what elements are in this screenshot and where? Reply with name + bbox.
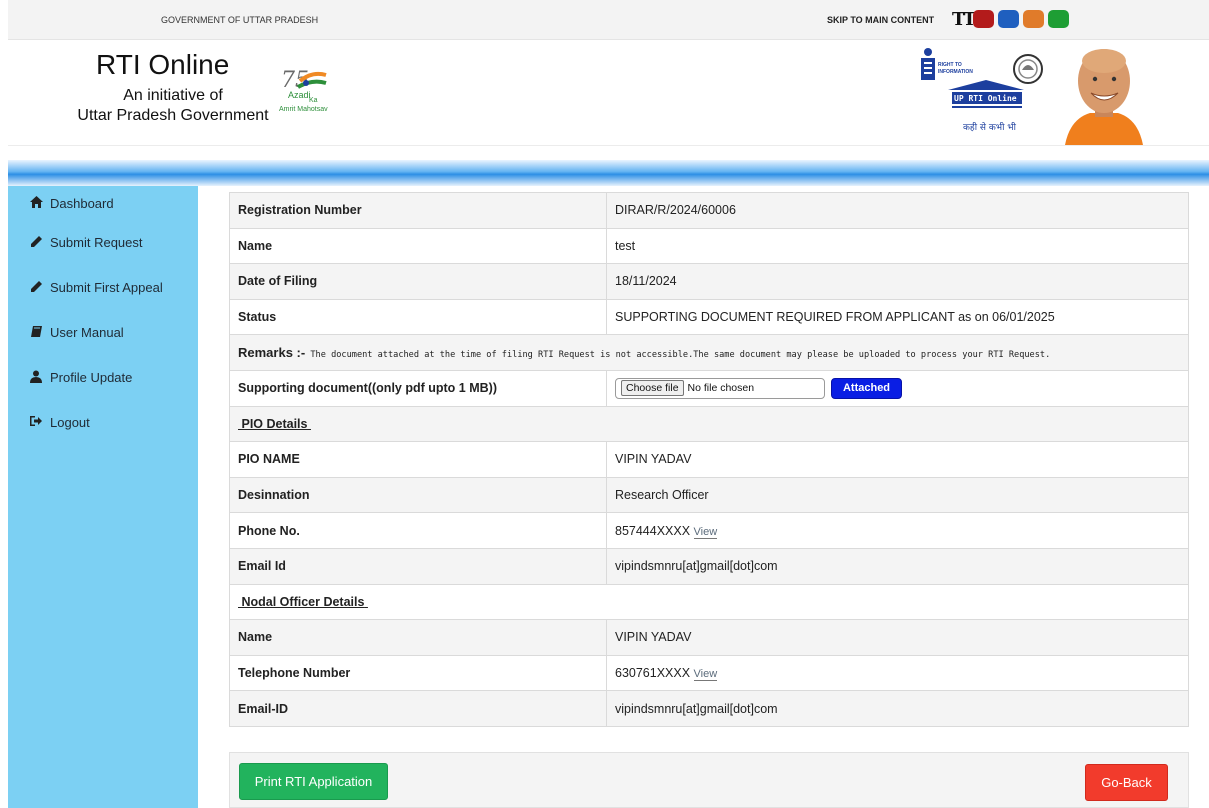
- pio-phone-view-link[interactable]: View: [693, 525, 718, 539]
- header-divider-bar: [8, 160, 1209, 186]
- azadi-line1: Azadi: [288, 90, 311, 100]
- chief-minister-photo: [1065, 49, 1143, 145]
- supporting-document-label: Supporting document((only pdf upto 1 MB)…: [229, 369, 607, 407]
- remarks-cell: Remarks :- The document attached at the …: [229, 334, 1189, 371]
- name-label: Name: [229, 227, 607, 265]
- pencil-icon: [28, 280, 44, 296]
- table-row: Name test: [229, 227, 1189, 265]
- table-row: Nodal Officer Details: [229, 583, 1189, 621]
- file-status-text: No file chosen: [687, 382, 755, 395]
- nodal-email-value: vipindsmnru[at]gmail[dot]com: [606, 690, 1189, 727]
- theme-green-button[interactable]: [1048, 10, 1069, 28]
- nodal-email-label: Email-ID: [229, 690, 607, 727]
- table-row: Supporting document((only pdf upto 1 MB)…: [229, 369, 1189, 407]
- azadi-line2: Ka: [309, 97, 318, 104]
- name-value: test: [606, 227, 1189, 265]
- go-back-button[interactable]: Go-Back: [1085, 764, 1168, 801]
- table-row: Date of Filing 18/11/2024: [229, 263, 1189, 300]
- table-row: Registration Number DIRAR/R/2024/60006: [229, 192, 1189, 229]
- rti-logo-line2: INFORMATION: [938, 69, 973, 75]
- home-icon: [28, 195, 44, 211]
- date-of-filing-label: Date of Filing: [229, 263, 607, 300]
- up-rti-online-logo: RIGHT TO INFORMATION UP RTI Online कही स…: [921, 48, 1043, 133]
- table-row: Telephone Number 630761XXXX View: [229, 654, 1189, 692]
- azadi-ka-amrit-mahotsav-logo: 75 Azadi Ka Amrit Mahotsav: [279, 68, 328, 113]
- sidebar-item-label: Profile Update: [50, 370, 133, 385]
- choose-file-button[interactable]: Choose file: [621, 380, 684, 397]
- pencil-icon: [28, 235, 44, 251]
- sidebar-item-submit-first-appeal[interactable]: Submit First Appeal: [8, 265, 198, 310]
- pio-phone-cell: 857444XXXX View: [606, 512, 1189, 549]
- registration-number-label: Registration Number: [229, 192, 607, 229]
- print-rti-application-button[interactable]: Print RTI Application: [239, 763, 388, 800]
- pio-phone-value: 857444XXXX: [615, 523, 691, 538]
- file-upload-input[interactable]: Choose file No file chosen: [615, 377, 825, 399]
- pio-section-title: PIO Details: [241, 416, 308, 431]
- book-icon: [28, 325, 44, 341]
- sidebar-item-label: Submit First Appeal: [50, 280, 163, 295]
- status-label: Status: [229, 298, 607, 336]
- remarks-label: Remarks :-: [238, 345, 306, 361]
- status-value: SUPPORTING DOCUMENT REQUIRED FROM APPLIC…: [606, 298, 1189, 336]
- nodal-phone-cell: 630761XXXX View: [606, 654, 1189, 692]
- pio-email-label: Email Id: [229, 547, 607, 585]
- table-row: Status SUPPORTING DOCUMENT REQUIRED FROM…: [229, 298, 1189, 336]
- table-row: Remarks :- The document attached at the …: [229, 334, 1189, 371]
- pio-designation-value: Research Officer: [606, 476, 1189, 514]
- table-row: Email-ID vipindsmnru[at]gmail[dot]com: [229, 690, 1189, 727]
- nodal-section-cell: Nodal Officer Details: [229, 583, 1189, 621]
- skip-to-main-link[interactable]: SKIP TO MAIN CONTENT: [827, 15, 934, 25]
- nodal-name-value: VIPIN YADAV: [606, 619, 1189, 656]
- nodal-phone-value: 630761XXXX: [615, 666, 691, 681]
- site-header: RTI Online An initiative of Uttar Prades…: [8, 41, 1209, 146]
- pio-name-label: PIO NAME: [229, 441, 607, 478]
- pio-section-cell: PIO Details: [229, 405, 1189, 443]
- sidebar-item-dashboard[interactable]: Dashboard: [8, 186, 198, 220]
- rti-logo-line1: RIGHT TO: [938, 62, 962, 68]
- sidebar-item-label: Dashboard: [50, 195, 114, 211]
- page: GOVERNMENT OF UTTAR PRADESH SKIP TO MAIN…: [0, 0, 1209, 808]
- top-bar: GOVERNMENT OF UTTAR PRADESH SKIP TO MAIN…: [8, 0, 1209, 40]
- sidebar-item-submit-request[interactable]: Submit Request: [8, 220, 198, 265]
- remarks-text: The document attached at the time of fil…: [305, 350, 1051, 361]
- action-panel: Print RTI Application Go-Back: [229, 752, 1189, 808]
- theme-red-button[interactable]: [973, 10, 994, 28]
- table-row: Email Id vipindsmnru[at]gmail[dot]com: [229, 547, 1189, 585]
- sidebar-item-label: Logout: [50, 415, 90, 430]
- sidebar-item-user-manual[interactable]: User Manual: [8, 310, 198, 355]
- pio-phone-label: Phone No.: [229, 512, 607, 549]
- table-row: PIO Details: [229, 405, 1189, 443]
- pio-designation-label: Desinnation: [229, 476, 607, 514]
- table-row: Phone No. 857444XXXX View: [229, 512, 1189, 549]
- date-of-filing-value: 18/11/2024: [606, 263, 1189, 300]
- site-title: RTI Online: [96, 49, 230, 80]
- nodal-phone-view-link[interactable]: View: [693, 668, 718, 682]
- theme-blue-button[interactable]: [998, 10, 1019, 28]
- table-row: Name VIPIN YADAV: [229, 619, 1189, 656]
- pio-email-value: vipindsmnru[at]gmail[dot]com: [606, 547, 1189, 585]
- attach-button[interactable]: Attached: [831, 377, 902, 399]
- sidebar-item-label: User Manual: [50, 325, 124, 340]
- nodal-phone-label: Telephone Number: [229, 654, 607, 692]
- government-label: GOVERNMENT OF UTTAR PRADESH: [161, 15, 319, 25]
- pio-name-value: VIPIN YADAV: [606, 441, 1189, 478]
- sign-out-icon: [28, 415, 44, 430]
- azadi-line3: Amrit Mahotsav: [279, 106, 328, 113]
- table-row: PIO NAME VIPIN YADAV: [229, 441, 1189, 478]
- nodal-section-title: Nodal Officer Details: [241, 594, 365, 609]
- supporting-document-cell: Choose file No file chosen Attached: [606, 369, 1189, 407]
- table-row: Desinnation Research Officer: [229, 476, 1189, 514]
- registration-number-value: DIRAR/R/2024/60006: [606, 192, 1189, 229]
- rti-logo-badge: UP RTI Online: [954, 93, 1017, 103]
- text-size-icon[interactable]: TT: [952, 9, 976, 30]
- nodal-name-label: Name: [229, 619, 607, 656]
- sidebar-item-label: Submit Request: [50, 235, 143, 250]
- application-details-table: Registration Number DIRAR/R/2024/60006 N…: [229, 192, 1189, 727]
- sidebar-item-profile-update[interactable]: Profile Update: [8, 355, 198, 400]
- user-icon: [28, 370, 44, 386]
- sidebar-item-logout[interactable]: Logout: [8, 400, 198, 445]
- rti-logo-tagline: कही से कभी भी: [963, 121, 1017, 133]
- sidebar-nav: Dashboard Submit Request Submit First Ap…: [8, 186, 198, 808]
- theme-orange-button[interactable]: [1023, 10, 1044, 28]
